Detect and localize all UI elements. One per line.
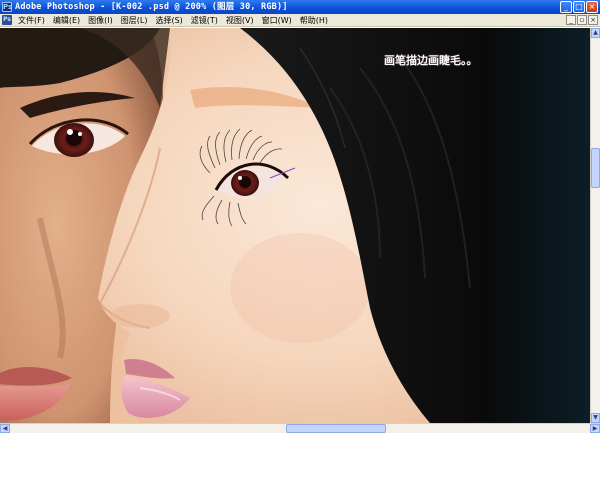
menu-select[interactable]: 选择(S) (151, 14, 186, 27)
menu-bar: Ps 文件(F) 编辑(E) 图像(I) 图层(L) 选择(S) 滤镜(T) 视… (0, 14, 600, 27)
vertical-scroll-thumb[interactable] (591, 148, 600, 188)
workspace-background (0, 433, 600, 477)
horizontal-scrollbar[interactable]: ◀ ▶ (0, 423, 600, 433)
menu-file[interactable]: 文件(F) (14, 14, 49, 27)
menu-image[interactable]: 图像(I) (84, 14, 117, 27)
menu-window[interactable]: 窗口(W) (258, 14, 296, 27)
scroll-up-icon[interactable]: ▲ (591, 28, 600, 38)
doc-close-icon[interactable]: × (588, 15, 598, 25)
scroll-left-icon[interactable]: ◀ (0, 424, 10, 433)
menu-filter[interactable]: 滤镜(T) (187, 14, 222, 27)
document-controls: _ ▫ × (566, 15, 598, 25)
menu-view[interactable]: 视图(V) (222, 14, 258, 27)
minimize-icon[interactable]: _ (560, 1, 572, 13)
horizontal-scroll-thumb[interactable] (286, 424, 386, 433)
window-title: Adobe Photoshop - [K-002 .psd @ 200% (图层… (15, 2, 288, 12)
maximize-icon[interactable]: □ (573, 1, 585, 13)
document-canvas[interactable]: 画笔描边画睫毛。。 (0, 28, 590, 423)
canvas-annotation-text: 画笔描边画睫毛。。 (384, 54, 478, 67)
close-icon[interactable]: × (586, 1, 598, 13)
vertical-scrollbar[interactable]: ▲ ▼ (590, 28, 600, 423)
menu-help[interactable]: 帮助(H) (296, 14, 332, 27)
scroll-right-icon[interactable]: ▶ (590, 424, 600, 433)
doc-restore-icon[interactable]: ▫ (577, 15, 587, 25)
menu-layer[interactable]: 图层(L) (117, 14, 152, 27)
artwork-image (0, 28, 590, 423)
photoshop-icon: Ps (2, 2, 13, 12)
doc-minimize-icon[interactable]: _ (566, 15, 576, 25)
window-title-bar[interactable]: Ps Adobe Photoshop - [K-002 .psd @ 200% … (0, 0, 600, 14)
scroll-down-icon[interactable]: ▼ (591, 413, 600, 423)
window-controls: _ □ × (560, 1, 598, 13)
menu-edit[interactable]: 编辑(E) (49, 14, 84, 27)
photoshop-doc-icon[interactable]: Ps (2, 15, 12, 25)
